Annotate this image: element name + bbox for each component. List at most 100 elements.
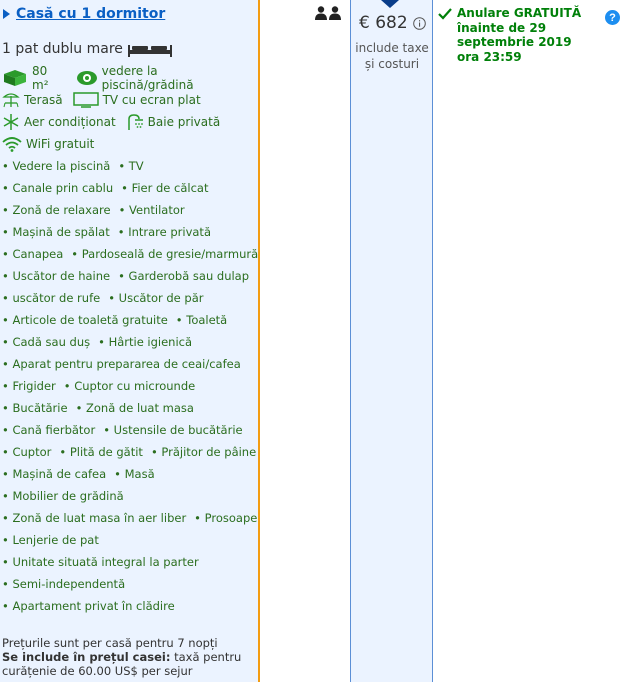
facility-bathroom: Baie privată <box>126 114 220 130</box>
bullet-icon: • <box>118 203 130 217</box>
amenity-label: Garderobă sau dulap <box>128 269 250 283</box>
amenity-item: • Uscător de păr <box>108 291 203 305</box>
amenity-label: Canapea <box>12 247 64 261</box>
bullet-icon: • <box>2 181 13 195</box>
bullet-icon: • <box>2 269 13 283</box>
amenity-label: Toaletă <box>186 313 228 327</box>
bullet-icon: • <box>2 335 13 349</box>
amenity-label: Semi-independentă <box>12 577 126 591</box>
bullet-icon: • <box>2 489 13 503</box>
price-pointer-icon <box>381 0 399 8</box>
amenity-label: Pardoseală de gresie/marmură <box>81 247 259 261</box>
shower-icon <box>126 114 144 130</box>
amenity-row: • Cană fierbător • Ustensile de bucătărie <box>2 419 258 441</box>
amenity-label: Masă <box>124 467 155 481</box>
amenity-label: Cadă sau duș <box>12 335 91 349</box>
amenity-label: Cană fierbător <box>12 423 96 437</box>
amenity-label: Vedere la piscină <box>12 159 111 173</box>
help-icon[interactable]: ? <box>605 10 620 25</box>
amenity-item: • Canapea <box>2 247 63 261</box>
bullet-icon: • <box>59 445 70 459</box>
amenity-item: • Cană fierbător <box>2 423 95 437</box>
amenity-row: • Canapea • Pardoseală de gresie/marmură <box>2 243 258 265</box>
amenity-row: • Uscător de haine • Garderobă sau dulap <box>2 265 258 287</box>
amenity-row: • Mașină de spălat • Intrare privată <box>2 221 258 243</box>
bullet-icon: • <box>103 423 114 437</box>
expand-arrow-icon[interactable] <box>3 9 10 19</box>
amenity-item: • Masă <box>114 467 154 481</box>
bullet-icon: • <box>2 467 13 481</box>
bullet-icon: • <box>2 203 13 217</box>
room-title[interactable]: Casă cu 1 dormitor <box>16 6 165 22</box>
included-label: Se include în prețul casei: <box>2 650 171 664</box>
amenity-item: • Zonă de luat masa în aer liber <box>2 511 186 525</box>
amenity-item: • Uscător de haine <box>2 269 110 283</box>
price-note: Prețurile sunt per casă pentru 7 nopți S… <box>2 636 252 678</box>
facility-area: 80 m² <box>2 64 66 92</box>
price-column: € 682 include taxe și costuri <box>351 0 433 682</box>
bullet-icon: • <box>118 269 129 283</box>
bullet-icon: • <box>2 357 13 371</box>
check-icon <box>438 8 452 20</box>
facility-view: vedere la piscină/grădină <box>76 64 248 92</box>
amenity-label: Mașină de spălat <box>12 225 110 239</box>
amenity-label: Mașină de cafea <box>12 467 107 481</box>
amenity-item: • Fier de călcat <box>121 181 208 195</box>
amenity-item: • Mașină de spălat <box>2 225 110 239</box>
bullet-icon: • <box>2 313 13 327</box>
bullet-icon: • <box>117 225 129 239</box>
amenity-item: • Apartament privat în clădire <box>2 599 175 613</box>
amenity-item: • Plită de gătit <box>59 445 143 459</box>
amenity-label: Unitate situată integral la parter <box>12 555 199 569</box>
room-column: Casă cu 1 dormitor 1 pat dublu mare 80 m… <box>0 0 260 682</box>
guests-column <box>260 0 351 682</box>
bullet-icon: • <box>2 577 13 591</box>
bullet-icon: • <box>150 445 162 459</box>
amenity-item: • Pardoseală de gresie/marmură <box>71 247 258 261</box>
amenity-item: • uscător de rufe <box>2 291 100 305</box>
amenity-item: • Toaletă <box>176 313 227 327</box>
amenity-row: • Unitate situată integral la parter <box>2 551 258 573</box>
amenity-label: Canale prin cablu <box>12 181 114 195</box>
price-taxes-note: include taxe și costuri <box>355 41 429 71</box>
bullet-icon: • <box>2 445 13 459</box>
bullet-icon: • <box>2 533 13 547</box>
amenity-row: • Vedere la piscină • TV <box>2 155 258 177</box>
price-note-nights: Prețurile sunt per casă pentru 7 nopți <box>2 636 218 650</box>
amenity-row: • Articole de toaletă gratuite • Toaletă <box>2 309 258 331</box>
amenity-item: • Bucătărie <box>2 401 68 415</box>
amenity-row: • Canale prin cablu • Fier de călcat <box>2 177 258 199</box>
amenity-label: Ustensile de bucătărie <box>113 423 243 437</box>
facility-row: WiFi gratuit <box>2 133 258 155</box>
amenity-row: • Lenjerie de pat <box>2 529 258 551</box>
amenity-item: • Ventilator <box>119 203 185 217</box>
amenity-list: • Vedere la piscină • TV • Canale prin cab… <box>2 155 258 617</box>
facility-row: Terasă TV cu ecran plat <box>2 89 258 111</box>
facility-list: 80 m² vedere la piscină/grădină Terasă T… <box>2 64 258 155</box>
bullet-icon: • <box>63 379 75 393</box>
area-icon <box>2 70 28 86</box>
amenity-label: Lenjerie de pat <box>12 533 99 547</box>
facility-terrace: Terasă <box>2 92 63 108</box>
amenity-label: Articole de toaletă gratuite <box>12 313 168 327</box>
price-note-included: Se include în prețul casei: taxă pentru … <box>2 650 252 678</box>
room-title-link[interactable]: Casă cu 1 dormitor <box>2 4 258 24</box>
amenity-label: Fier de călcat <box>131 181 209 195</box>
amenity-item: • Cadă sau duș <box>2 335 90 349</box>
bullet-icon: • <box>114 467 125 481</box>
bullet-icon: • <box>2 555 13 569</box>
amenity-item: • Frigider <box>2 379 56 393</box>
eye-icon <box>76 70 98 86</box>
bullet-icon: • <box>98 335 109 349</box>
info-icon[interactable] <box>412 16 426 30</box>
amenity-label: Prosoape <box>204 511 258 525</box>
amenity-label: Intrare privată <box>128 225 211 239</box>
price-value: € 682 <box>359 13 426 33</box>
free-cancellation-text: Anulare GRATUITĂ înainte de 29 septembri… <box>457 6 582 64</box>
amenity-item: • TV <box>118 159 143 173</box>
amenity-row: • Mobilier de grădină <box>2 485 258 507</box>
amenity-item: • Vedere la piscină <box>2 159 110 173</box>
amenity-label: Zonă de luat masa în aer liber <box>12 511 187 525</box>
bed-label: 1 pat dublu mare <box>2 41 123 57</box>
amenity-item: • Semi-independentă <box>2 577 125 591</box>
